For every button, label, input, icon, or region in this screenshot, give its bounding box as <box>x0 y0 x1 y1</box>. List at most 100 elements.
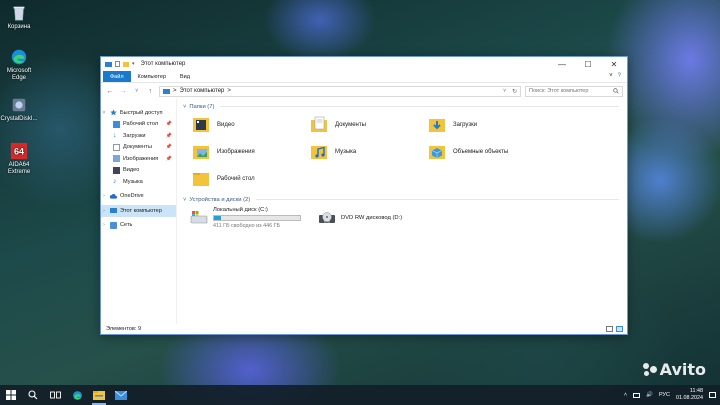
drive-c[interactable]: Локальный диск (C:) 411 ГБ свободно из 4… <box>189 207 309 229</box>
ribbon-tabs: Файл Компьютер Вид ˅ ? <box>101 71 627 83</box>
notifications-icon[interactable] <box>709 392 716 398</box>
up-button[interactable]: ↑ <box>146 88 156 95</box>
task-view-button[interactable] <box>44 385 66 405</box>
forward-button[interactable]: → <box>119 88 129 95</box>
start-button[interactable] <box>0 385 22 405</box>
hard-drive-icon <box>190 211 208 224</box>
edge-icon <box>72 390 82 400</box>
taskbar-edge[interactable] <box>66 385 88 405</box>
search-input[interactable]: Поиск: Этот компьютер <box>525 85 623 97</box>
nav-label: Загрузки <box>123 132 146 139</box>
taskbar-file-explorer[interactable] <box>88 385 110 405</box>
address-dropdown-icon[interactable]: ˅ <box>503 88 506 94</box>
network-icon <box>110 221 117 229</box>
star-icon <box>110 109 117 116</box>
folder-downloads[interactable]: Загрузки <box>427 114 545 136</box>
desktop-folder-icon <box>193 173 209 186</box>
cloud-icon <box>110 193 117 199</box>
close-button[interactable]: ✕ <box>601 57 627 71</box>
network-tray-icon[interactable] <box>633 392 641 398</box>
minimize-button[interactable]: — <box>549 57 575 71</box>
folder-music[interactable]: Музыка <box>309 141 427 163</box>
nav-label: OneDrive <box>120 193 144 200</box>
video-folder-icon <box>193 118 209 132</box>
nav-item-videos[interactable]: Видео <box>101 165 176 177</box>
chevron-right-icon[interactable]: › <box>101 222 107 228</box>
svg-text:DVD: DVD <box>324 219 331 223</box>
nav-quick-access[interactable]: ˅ Быстрый доступ <box>101 107 176 119</box>
taskbar-mail[interactable] <box>110 385 132 405</box>
nav-onedrive[interactable]: › OneDrive <box>101 191 176 203</box>
drive-d[interactable]: DVD DVD RW дисковод (D:) <box>317 207 447 229</box>
drive-free-space: 411 ГБ свободно из 446 ГБ <box>213 223 281 229</box>
nav-item-documents[interactable]: Документы 📌 <box>101 142 176 154</box>
details-view-icon[interactable] <box>606 326 613 332</box>
refresh-icon[interactable]: ↻ <box>512 88 517 95</box>
properties-icon[interactable] <box>115 61 120 67</box>
start-icon <box>6 390 16 400</box>
taskbar-search-button[interactable] <box>22 385 44 405</box>
address-bar[interactable]: > Этот компьютер > ˅ ↻ <box>159 85 521 97</box>
desktop-icon-label: CrystalDiskI... <box>0 116 38 122</box>
file-explorer-icon <box>93 391 105 400</box>
folder-label: Объемные объекты <box>453 149 509 155</box>
nav-this-pc[interactable]: › Этот компьютер <box>101 205 176 217</box>
group-title: Папки (7) <box>189 103 215 110</box>
new-folder-icon[interactable] <box>123 61 129 67</box>
folder-documents[interactable]: Документы <box>309 114 427 136</box>
nav-item-desktop[interactable]: Рабочий стол 📌 <box>101 119 176 131</box>
tiles-view-icon[interactable] <box>616 326 623 332</box>
chevron-down-icon[interactable]: ˅ <box>101 110 107 116</box>
folder-3d-objects[interactable]: Объемные объекты <box>427 141 545 163</box>
taskbar: ˄ 🔊 РУС 11:48 01.08.2024 <box>0 385 720 405</box>
desktop-icon-aida64[interactable]: 64 AIDA64 Extreme <box>2 142 36 176</box>
download-icon: ↓ <box>113 132 117 140</box>
pictures-folder-icon <box>193 146 209 159</box>
desktop-icon-crystaldisk[interactable]: CrystalDiskI... <box>0 96 38 123</box>
nav-network[interactable]: › Сеть <box>101 220 176 232</box>
chevron-down-icon[interactable]: ▾ <box>132 61 135 67</box>
help-icon[interactable]: ? <box>618 73 621 79</box>
desktop-icon-edge[interactable]: Microsoft Edge <box>2 48 36 82</box>
aida64-icon: 64 <box>10 142 28 160</box>
nav-label: Документы <box>123 144 152 151</box>
nav-item-music[interactable]: ♪ Музыка <box>101 176 176 188</box>
tab-computer[interactable]: Компьютер <box>131 71 173 82</box>
task-view-icon <box>49 391 61 399</box>
input-language[interactable]: РУС <box>659 392 670 398</box>
folder-videos[interactable]: Видео <box>191 114 309 136</box>
nav-item-pictures[interactable]: Изображения 📌 <box>101 153 176 165</box>
folder-pictures[interactable]: Изображения <box>191 141 309 163</box>
title-bar[interactable]: ▾ Этот компьютер — ☐ ✕ <box>101 57 627 71</box>
maximize-button[interactable]: ☐ <box>575 57 601 71</box>
nav-item-downloads[interactable]: ↓ Загрузки 📌 <box>101 130 176 142</box>
pin-icon: 📌 <box>165 144 172 151</box>
edge-icon <box>11 49 27 65</box>
view-switcher <box>606 326 623 332</box>
chevron-up-icon[interactable]: ˄ <box>624 392 627 398</box>
avito-watermark: Avito <box>642 360 706 379</box>
address-path[interactable]: Этот компьютер <box>180 88 225 94</box>
folder-label: Музыка <box>335 149 357 155</box>
chevron-right-icon[interactable]: › <box>101 208 107 214</box>
content-pane: ˅ Папки (7) Видео Документы Загрузки Изо… <box>177 99 627 324</box>
ribbon-expand-icon[interactable]: ˅ <box>609 73 613 79</box>
chevron-down-icon: ˅ <box>183 103 187 110</box>
downloads-folder-icon <box>429 119 445 132</box>
tab-file[interactable]: Файл <box>103 71 131 82</box>
desktop-icon-recycle-bin[interactable]: Корзина <box>2 4 36 31</box>
tab-view[interactable]: Вид <box>173 71 197 82</box>
folders-group-header[interactable]: ˅ Папки (7) <box>183 101 619 112</box>
back-button[interactable]: ← <box>105 88 115 95</box>
volume-icon[interactable]: 🔊 <box>646 392 653 398</box>
devices-group-header[interactable]: ˅ Устройства и диски (2) <box>183 194 619 205</box>
desktop-icon-label: AIDA64 Extreme <box>7 162 31 176</box>
avito-logo-icon <box>642 362 657 377</box>
folder-desktop[interactable]: Рабочий стол <box>191 168 309 190</box>
desktop-icon-label: Корзина <box>7 24 31 30</box>
window-controls: — ☐ ✕ <box>549 57 627 71</box>
nav-label: Рабочий стол <box>123 121 159 128</box>
recent-locations-button[interactable]: ˅ <box>132 88 142 94</box>
chevron-right-icon[interactable]: › <box>101 193 107 199</box>
clock[interactable]: 11:48 01.08.2024 <box>676 388 703 402</box>
